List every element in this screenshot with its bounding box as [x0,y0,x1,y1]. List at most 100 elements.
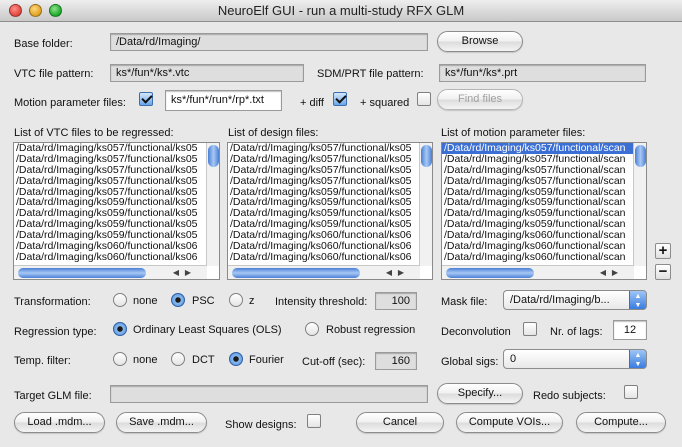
vtc-pattern-field: ks*/fun*/ks*.vtc [110,64,304,82]
remove-button[interactable]: − [655,264,671,280]
cancel-button[interactable]: Cancel [356,412,444,433]
sdm-pattern-field: ks*/fun*/ks*.prt [439,64,646,82]
motion-list-item[interactable]: /Data/rd/Imaging/ks057/functional/scan [442,143,635,154]
filter-fourier-label: Fourier [249,354,284,366]
motion-vscroll-thumb[interactable] [635,145,646,167]
design-list-item[interactable]: /Data/rd/Imaging/ks057/functional/ks05 [228,176,421,187]
transformation-none-radio[interactable] [113,293,127,307]
find-files-button[interactable]: Find files [437,89,523,110]
nr-of-lags-input[interactable]: 12 [613,320,647,340]
filter-none-label: none [133,354,158,366]
base-folder-label: Base folder: [14,38,73,50]
design-list-item[interactable]: /Data/rd/Imaging/ks057/functional/ks05 [228,143,421,154]
vtc-hscroll-thumb[interactable] [18,268,146,278]
motion-list-item[interactable]: /Data/rd/Imaging/ks059/functional/scan [442,197,635,208]
vtc-list-item[interactable]: /Data/rd/Imaging/ks059/functional/ks05 [14,208,207,219]
motion-list-item[interactable]: /Data/rd/Imaging/ks057/functional/scan [442,176,635,187]
motion-hscroll-thumb[interactable] [446,268,534,278]
vtc-vertical-scrollbar[interactable] [206,143,219,266]
motion-list-item[interactable]: /Data/rd/Imaging/ks060/functional/scan [442,252,635,263]
motion-list-item[interactable]: /Data/rd/Imaging/ks060/functional/scan [442,230,635,241]
motion-file-list[interactable]: /Data/rd/Imaging/ks057/functional/scan/D… [441,142,647,280]
window-title: NeuroElf GUI - run a multi-study RFX GLM [217,3,465,18]
vtc-list-item[interactable]: /Data/rd/Imaging/ks057/functional/ks05 [14,187,207,198]
motion-files-checkbox[interactable] [139,92,153,106]
design-list-item[interactable]: /Data/rd/Imaging/ks060/functional/ks06 [228,252,421,263]
design-list-item[interactable]: /Data/rd/Imaging/ks060/functional/ks06 [228,230,421,241]
design-list-item[interactable]: /Data/rd/Imaging/ks057/functional/ks05 [228,154,421,165]
compute-button[interactable]: Compute... [576,412,666,433]
vtc-pattern-label: VTC file pattern: [14,68,94,80]
specify-button[interactable]: Specify... [437,383,523,404]
transformation-z-label: z [249,295,255,307]
motion-list-item[interactable]: /Data/rd/Imaging/ks059/functional/scan [442,208,635,219]
vtc-list-item[interactable]: /Data/rd/Imaging/ks057/functional/ks05 [14,176,207,187]
load-mdm-button[interactable]: Load .mdm... [14,412,105,433]
vtc-file-list[interactable]: /Data/rd/Imaging/ks057/functional/ks05/D… [13,142,220,280]
design-list-item[interactable]: /Data/rd/Imaging/ks060/functional/ks06 [228,241,421,252]
deconvolution-checkbox[interactable] [523,322,537,336]
mask-file-popup[interactable]: /Data/rd/Imaging/b... ▲ ▼ [503,290,647,310]
regression-robust-radio[interactable] [305,322,319,336]
design-list-item[interactable]: /Data/rd/Imaging/ks059/functional/ks05 [228,187,421,198]
motion-pattern-input[interactable]: ks*/fun*/run*/rp*.txt [165,90,282,111]
vtc-horizontal-scrollbar[interactable]: ◀ ▶ [14,265,207,279]
vtc-scroll-right-icon[interactable]: ▶ [182,266,194,279]
design-scroll-left-icon[interactable]: ◀ [383,266,395,279]
vtc-list-item[interactable]: /Data/rd/Imaging/ks057/functional/ks05 [14,165,207,176]
design-list-item[interactable]: /Data/rd/Imaging/ks057/functional/ks05 [228,165,421,176]
intensity-threshold-label: Intensity threshold: [275,296,368,308]
design-list-item[interactable]: /Data/rd/Imaging/ks059/functional/ks05 [228,219,421,230]
save-mdm-button[interactable]: Save .mdm... [116,412,207,433]
filter-fourier-radio[interactable] [229,352,243,366]
vtc-list-item[interactable]: /Data/rd/Imaging/ks057/functional/ks05 [14,154,207,165]
show-designs-label: Show designs: [225,419,297,431]
target-glm-label: Target GLM file: [14,390,92,402]
motion-list-item[interactable]: /Data/rd/Imaging/ks057/functional/scan [442,154,635,165]
motion-vertical-scrollbar[interactable] [633,143,646,266]
motion-scroll-right-icon[interactable]: ▶ [609,266,621,279]
vtc-list-item[interactable]: /Data/rd/Imaging/ks059/functional/ks05 [14,219,207,230]
vtc-vscroll-thumb[interactable] [208,145,219,167]
regression-type-label: Regression type: [14,326,97,338]
design-hscroll-thumb[interactable] [232,268,360,278]
filter-dct-radio[interactable] [171,352,185,366]
vtc-list-item[interactable]: /Data/rd/Imaging/ks060/functional/ks06 [14,252,207,263]
redo-subjects-checkbox[interactable] [624,385,638,399]
squared-checkbox[interactable] [417,92,431,106]
vtc-list-item[interactable]: /Data/rd/Imaging/ks059/functional/ks05 [14,230,207,241]
target-glm-field [110,385,428,403]
regression-ols-label: Ordinary Least Squares (OLS) [133,324,282,336]
regression-ols-radio[interactable] [113,322,127,336]
global-sigs-value: 0 [510,353,517,365]
design-list-item[interactable]: /Data/rd/Imaging/ks059/functional/ks05 [228,197,421,208]
vtc-list-item[interactable]: /Data/rd/Imaging/ks060/functional/ks06 [14,241,207,252]
design-scroll-right-icon[interactable]: ▶ [395,266,407,279]
global-sigs-popup[interactable]: 0 ▲ ▼ [503,349,647,369]
compute-vois-button[interactable]: Compute VOIs... [456,412,563,433]
vtc-list-item[interactable]: /Data/rd/Imaging/ks059/functional/ks05 [14,197,207,208]
motion-scroll-left-icon[interactable]: ◀ [597,266,609,279]
mask-popup-chevron-icon: ▲ ▼ [629,291,646,309]
motion-horizontal-scrollbar[interactable]: ◀ ▶ [442,265,634,279]
design-file-list[interactable]: /Data/rd/Imaging/ks057/functional/ks05/D… [227,142,433,280]
motion-list-item[interactable]: /Data/rd/Imaging/ks057/functional/scan [442,165,635,176]
browse-button[interactable]: Browse [437,31,523,52]
add-button[interactable]: + [655,243,671,259]
vtc-list-item[interactable]: /Data/rd/Imaging/ks057/functional/ks05 [14,143,207,154]
transformation-psc-radio[interactable] [171,293,185,307]
design-vertical-scrollbar[interactable] [419,143,432,266]
motion-list-item[interactable]: /Data/rd/Imaging/ks060/functional/scan [442,241,635,252]
transformation-z-radio[interactable] [229,293,243,307]
design-list-item[interactable]: /Data/rd/Imaging/ks059/functional/ks05 [228,208,421,219]
vtc-scroll-left-icon[interactable]: ◀ [170,266,182,279]
design-horizontal-scrollbar[interactable]: ◀ ▶ [228,265,420,279]
show-designs-checkbox[interactable] [307,414,321,428]
cutoff-field: 160 [375,352,417,370]
motion-list-item[interactable]: /Data/rd/Imaging/ks059/functional/scan [442,187,635,198]
motion-list-item[interactable]: /Data/rd/Imaging/ks059/functional/scan [442,219,635,230]
design-list-header: List of design files: [228,127,319,139]
design-vscroll-thumb[interactable] [421,145,432,167]
diff-checkbox[interactable] [333,92,347,106]
filter-none-radio[interactable] [113,352,127,366]
